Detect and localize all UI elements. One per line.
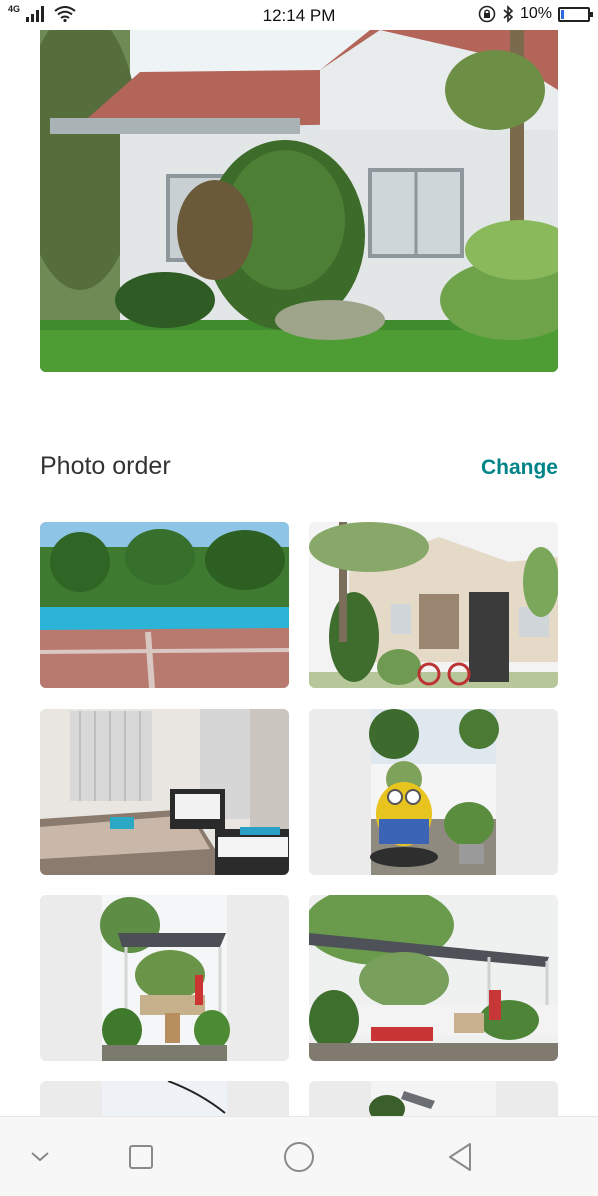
garden-photo-image bbox=[309, 1081, 558, 1121]
minion-planter-photo-image bbox=[309, 709, 558, 875]
circle-icon bbox=[284, 1142, 314, 1172]
status-bar: 4G 12:14 PM 10% bbox=[0, 0, 598, 30]
bedroom-photo-image bbox=[40, 709, 289, 875]
change-photo-order-button[interactable]: Change bbox=[481, 456, 558, 480]
back-button[interactable] bbox=[440, 1137, 480, 1177]
photo-thumb-minion-planter[interactable] bbox=[309, 709, 558, 875]
recents-button[interactable] bbox=[121, 1137, 161, 1177]
square-icon bbox=[129, 1145, 153, 1169]
rotation-lock-icon bbox=[478, 5, 496, 23]
battery-percent: 10% bbox=[519, 5, 552, 22]
photo-thumb-bedroom[interactable] bbox=[40, 709, 289, 875]
garden-photo-image bbox=[40, 1081, 289, 1121]
photo-thumb-garden-plants[interactable] bbox=[309, 895, 558, 1061]
photo-thumb-house-exterior[interactable] bbox=[309, 522, 558, 688]
house-exterior-photo-image bbox=[309, 522, 558, 688]
bluetooth-icon bbox=[503, 5, 514, 23]
photo-order-title: Photo order bbox=[40, 452, 171, 480]
photo-thumb-garden-2[interactable] bbox=[309, 1081, 558, 1121]
status-right: 10% bbox=[478, 5, 593, 23]
triangle-back-icon bbox=[449, 1143, 471, 1171]
house-photo-image bbox=[40, 30, 558, 372]
chevron-down-icon bbox=[31, 1152, 49, 1162]
cover-photo[interactable] bbox=[40, 30, 558, 372]
photo-thumb-garden-shade[interactable] bbox=[40, 895, 289, 1061]
garden-plants-photo-image bbox=[309, 895, 558, 1061]
garden-shade-photo-image bbox=[40, 895, 289, 1061]
hide-nav-button[interactable] bbox=[20, 1137, 60, 1177]
system-nav-bar bbox=[0, 1116, 598, 1196]
photo-thumb-pool[interactable] bbox=[40, 522, 289, 688]
home-button[interactable] bbox=[279, 1137, 319, 1177]
photo-thumb-garden-1[interactable] bbox=[40, 1081, 289, 1121]
battery-icon bbox=[558, 6, 593, 22]
pool-photo-image bbox=[40, 522, 289, 688]
